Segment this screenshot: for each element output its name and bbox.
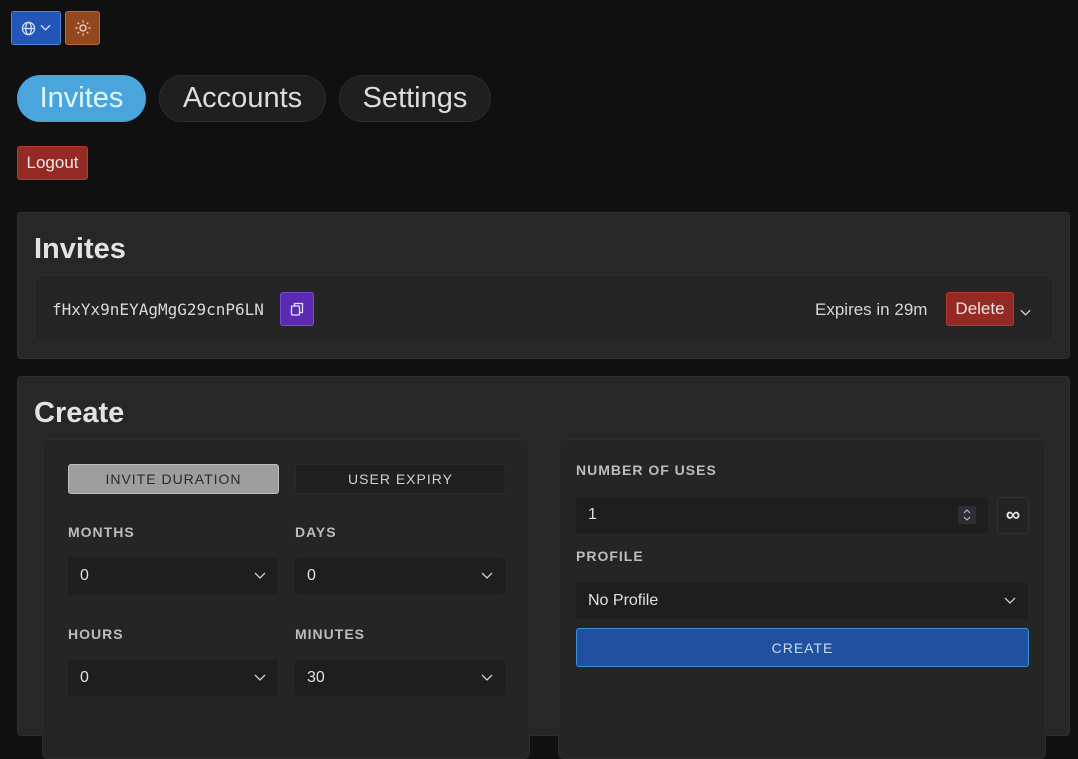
stepper[interactable]: [958, 506, 976, 524]
copy-button[interactable]: [280, 292, 314, 326]
months-select[interactable]: 0: [68, 558, 278, 594]
duration-panel: INVITE DURATION USER EXPIRY MONTHS 0 DAY…: [42, 439, 530, 759]
delete-button[interactable]: Delete: [946, 292, 1014, 326]
days-value: 0: [307, 567, 316, 584]
language-button[interactable]: [11, 11, 61, 45]
months-label: MONTHS: [68, 524, 135, 540]
hours-label: HOURS: [68, 626, 124, 642]
chevron-down-icon: [254, 674, 266, 681]
minutes-label: MINUTES: [295, 626, 365, 642]
chevron-down-icon: [481, 572, 493, 579]
tab-settings[interactable]: Settings: [339, 75, 491, 122]
hours-value: 0: [80, 669, 89, 686]
invite-code: fHxYx9nEYAgMgG29cnP6LN: [52, 300, 264, 319]
tab-label: Accounts: [182, 82, 303, 114]
tab-invite-duration[interactable]: INVITE DURATION: [68, 464, 279, 494]
invites-title: Invites: [34, 233, 126, 265]
invite-row: fHxYx9nEYAgMgG29cnP6LN Expires in 29m De…: [34, 275, 1054, 343]
expand-button[interactable]: [1020, 304, 1031, 322]
copy-icon: [290, 302, 304, 316]
minutes-select[interactable]: 30: [295, 660, 505, 696]
chevron-down-icon: [254, 572, 266, 579]
days-select[interactable]: 0: [295, 558, 505, 594]
chevron-down-icon: [1004, 597, 1016, 604]
tab-accounts[interactable]: Accounts: [159, 75, 326, 122]
profile-value: No Profile: [588, 592, 659, 609]
options-panel: NUMBER OF USES 1 ∞ PROFILE No Profile CR…: [558, 439, 1046, 759]
logout-button[interactable]: Logout: [17, 146, 88, 180]
chevron-down-icon: [1020, 309, 1031, 316]
tab-invites[interactable]: Invites: [17, 75, 146, 122]
globe-icon: [21, 21, 36, 35]
create-title: Create: [34, 397, 125, 429]
uses-value: 1: [588, 506, 597, 523]
days-label: DAYS: [295, 524, 337, 540]
uses-label: NUMBER OF USES: [576, 462, 717, 478]
minutes-value: 30: [307, 669, 325, 686]
infinite-uses-button[interactable]: ∞: [997, 497, 1029, 534]
invite-expiry: Expires in 29m: [815, 300, 928, 319]
profile-select[interactable]: No Profile: [576, 583, 1028, 619]
hours-select[interactable]: 0: [68, 660, 278, 696]
create-button[interactable]: CREATE: [576, 628, 1029, 667]
profile-label: PROFILE: [576, 548, 644, 564]
tab-label: Settings: [362, 82, 468, 114]
tab-user-expiry[interactable]: USER EXPIRY: [295, 464, 506, 494]
create-card: Create INVITE DURATION USER EXPIRY MONTH…: [17, 376, 1070, 759]
invites-card: Invites fHxYx9nEYAgMgG29cnP6LN Expires i…: [17, 212, 1070, 359]
uses-input[interactable]: 1: [576, 497, 988, 533]
sun-icon: [75, 20, 90, 36]
stepper-icon: [963, 509, 971, 521]
tab-label: Invites: [39, 82, 124, 114]
months-value: 0: [80, 567, 89, 584]
chevron-down-icon: [481, 674, 493, 681]
theme-toggle-button[interactable]: [65, 11, 100, 45]
chevron-down-icon: [40, 24, 51, 31]
